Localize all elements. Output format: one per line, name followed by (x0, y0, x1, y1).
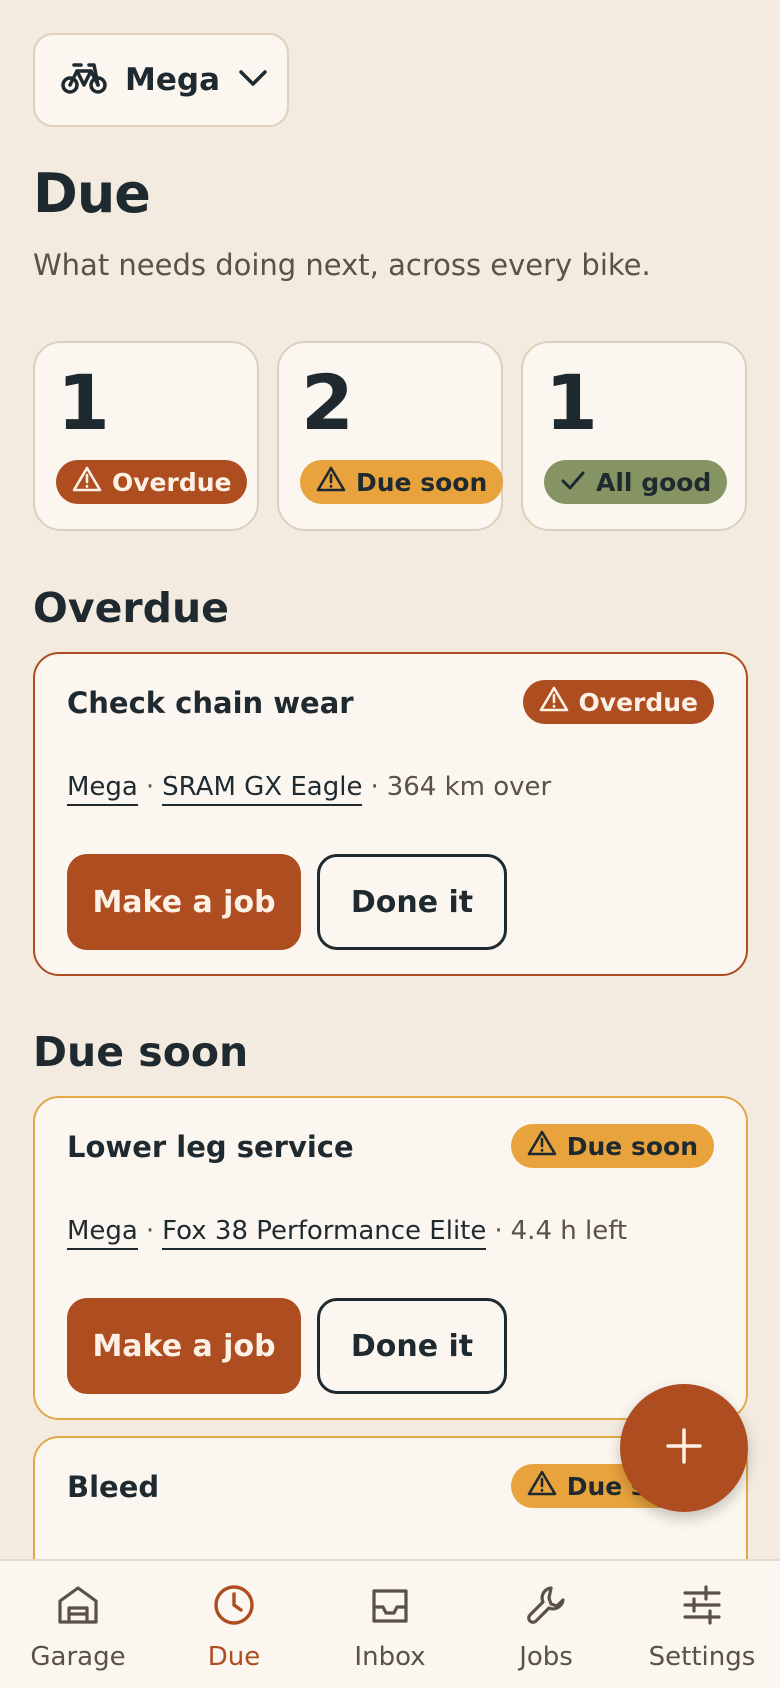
task-title: Check chain wear (67, 686, 354, 720)
section-title-due-soon: Due soon (33, 1028, 249, 1076)
warning-icon (72, 466, 102, 498)
section-title-overdue: Overdue (33, 584, 229, 632)
separator: · (145, 772, 155, 802)
status-badge-label: All good (596, 467, 712, 497)
add-button[interactable] (620, 1384, 748, 1512)
tab-jobs[interactable]: Jobs (468, 1561, 624, 1688)
task-detail: 4.4 h left (510, 1216, 628, 1246)
stat-count: 1 (57, 358, 110, 447)
status-badge-label: Due soon (356, 467, 488, 497)
page-subtitle: What needs doing next, across every bike… (33, 248, 651, 282)
task-title: Bleed (67, 1470, 160, 1504)
make-job-button[interactable]: Make a job (67, 854, 301, 950)
inbox-icon (368, 1583, 412, 1634)
warning-icon (527, 1470, 557, 1502)
status-badge-label: Due soon (566, 1131, 698, 1161)
page-title: Due (33, 162, 151, 225)
status-badge-label: Overdue (578, 687, 698, 717)
separator: · (145, 1216, 155, 1246)
warning-icon (527, 1130, 557, 1162)
stat-overdue[interactable]: 1 Overdue (33, 341, 259, 531)
check-icon (560, 468, 586, 497)
task-title: Lower leg service (67, 1130, 354, 1164)
status-badge: Due soon (510, 1124, 714, 1168)
stat-due-soon[interactable]: 2 Due soon (277, 341, 504, 531)
status-badge: All good (544, 460, 728, 504)
tab-garage[interactable]: Garage (0, 1561, 156, 1688)
bike-selector-label: Mega (125, 62, 220, 98)
status-badge: Due soon (300, 460, 504, 504)
warning-icon (539, 686, 569, 718)
task-detail: 364 km over (386, 772, 552, 802)
bottom-tab-bar: Garage Due Inbox Jobs Settings (0, 1559, 780, 1688)
sliders-icon (680, 1583, 724, 1634)
make-job-button[interactable]: Make a job (67, 1298, 301, 1394)
bike-icon (61, 61, 107, 99)
stat-all-good[interactable]: 1 All good (521, 341, 747, 531)
component-link[interactable]: SRAM GX Eagle (162, 772, 363, 806)
warning-icon (316, 466, 346, 498)
tab-label: Inbox (354, 1642, 426, 1672)
tab-due[interactable]: Due (156, 1561, 312, 1688)
done-it-button[interactable]: Done it (317, 1298, 507, 1394)
status-badge: Overdue (522, 680, 714, 724)
chevron-down-icon (238, 68, 268, 92)
separator: · (494, 1216, 503, 1246)
done-it-button[interactable]: Done it (317, 854, 507, 950)
tab-inbox[interactable]: Inbox (312, 1561, 468, 1688)
bike-link[interactable]: Mega (67, 1216, 138, 1250)
bike-link[interactable]: Mega (67, 772, 138, 806)
wrench-icon (524, 1583, 568, 1634)
status-badge: Overdue (56, 460, 248, 504)
tab-label: Jobs (519, 1642, 573, 1672)
bike-selector[interactable]: Mega (33, 33, 289, 127)
task-meta: Mega · SRAM GX Eagle · 364 km over (67, 772, 551, 806)
task-card: Check chain wear Overdue Mega · SRAM GX … (33, 652, 748, 976)
component-link[interactable]: Fox 38 Performance Elite (162, 1216, 487, 1250)
task-meta: Mega · Fox 38 Performance Elite · 4.4 h … (67, 1216, 627, 1250)
stat-count: 1 (545, 358, 598, 447)
clock-icon (212, 1583, 256, 1634)
status-badge-label: Overdue (112, 467, 232, 497)
garage-icon (56, 1583, 100, 1634)
tab-label: Settings (648, 1642, 756, 1672)
task-card: Lower leg service Due soon Mega · Fox 38… (33, 1096, 748, 1420)
tab-label: Garage (30, 1642, 126, 1672)
tab-settings[interactable]: Settings (624, 1561, 780, 1688)
stat-count: 2 (301, 358, 354, 447)
separator: · (370, 772, 379, 802)
tab-label: Due (207, 1642, 261, 1672)
plus-icon (664, 1426, 704, 1470)
